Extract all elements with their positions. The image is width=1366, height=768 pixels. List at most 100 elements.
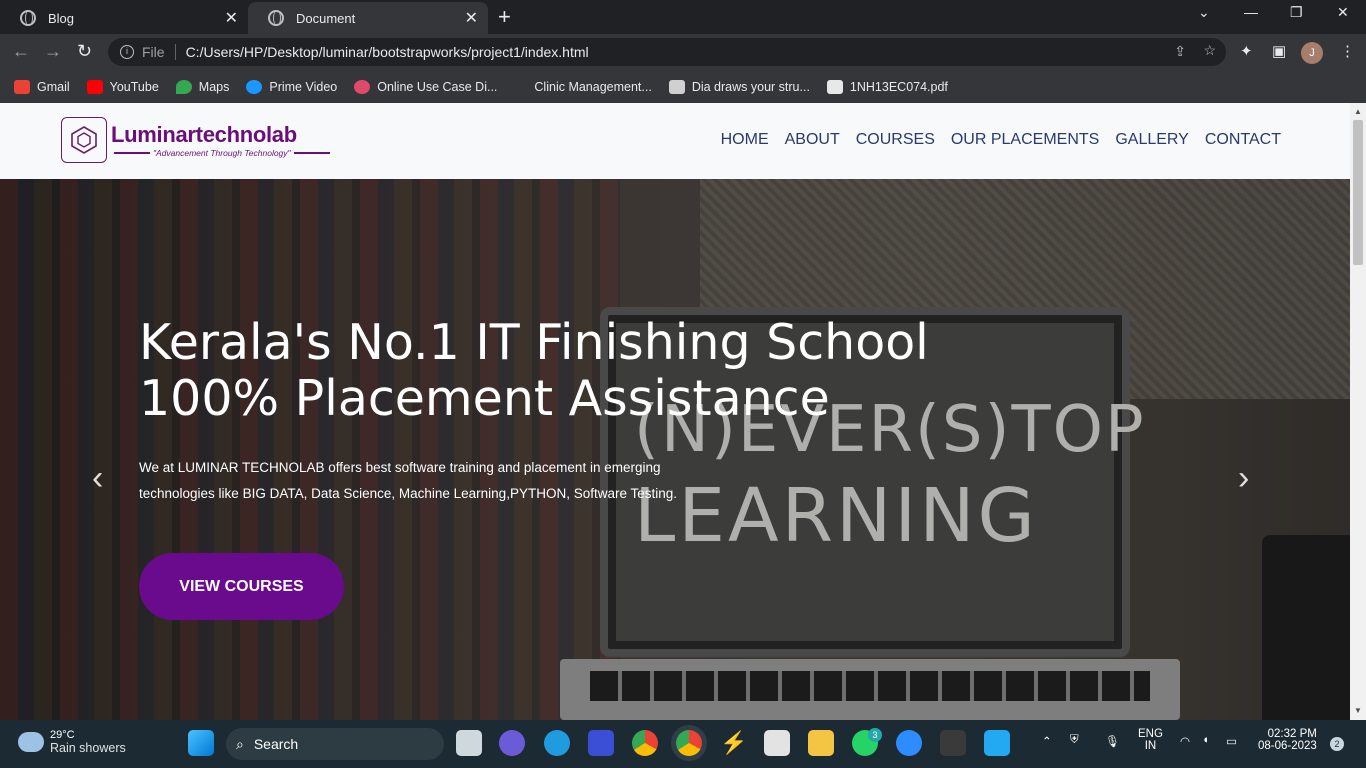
carousel-next-icon[interactable]: › [1238,459,1249,498]
whatsapp-badge: 3 [868,728,882,742]
chrome-icon[interactable] [632,730,658,756]
bookmark-label: Clinic Management... [534,79,652,94]
terminal-icon[interactable] [940,730,966,756]
globe-icon [20,10,36,26]
bookmark-usecase[interactable]: Online Use Case Di... [354,79,498,94]
divider [174,44,176,60]
restore-button[interactable]: ❐ [1290,4,1303,21]
close-window-button[interactable]: ✕ [1337,4,1349,21]
task-view-icon[interactable] [456,730,482,756]
vscode-insiders-icon[interactable]: ⚡ [720,730,747,756]
clock-date: 08-06-2023 [1258,740,1317,752]
nav-courses[interactable]: COURSES [856,131,935,149]
clock-time: 02:32 PM [1267,728,1317,740]
store-icon[interactable] [764,730,790,756]
side-panel-icon[interactable]: ▣ [1272,42,1286,60]
bookmark-dia[interactable]: Dia draws your stru... [668,79,810,94]
menu-icon[interactable]: ⋮ [1340,42,1355,60]
site-logo[interactable]: Luminartechnolab "Advancement Through Te… [61,117,333,163]
antivirus-icon[interactable]: ⛨ [1070,734,1079,747]
bookmark-clinic[interactable]: Clinic Management... [534,80,651,94]
youtube-icon [86,79,103,94]
vscode-icon[interactable] [984,730,1010,756]
address-bar[interactable]: i File C:/Users/HP/Desktop/luminar/boots… [108,38,1226,66]
forward-icon[interactable]: → [44,41,62,62]
hero-description: We at LUMINAR TECHNOLAB offers best soft… [139,455,699,507]
view-courses-button[interactable]: VIEW COURSES [139,553,344,620]
share-icon[interactable]: ⇪ [1174,43,1186,60]
bookmark-label: Online Use Case Di... [377,79,498,94]
copilot-app-icon[interactable] [588,730,614,756]
close-tab-icon[interactable]: ✕ [465,8,478,28]
bookmark-label: Dia draws your stru... [691,79,810,94]
url-text[interactable]: C:/Users/HP/Desktop/luminar/bootstrapwor… [186,44,589,60]
page-scrollbar[interactable]: ▲ ▼ [1350,103,1366,720]
volume-icon[interactable]: ◖ [1202,734,1209,746]
weather-desc: Rain showers [50,741,126,755]
chevron-up-icon[interactable]: ⌃ [1042,734,1052,748]
nav-home[interactable]: HOME [721,131,769,149]
hero-description-line2: technologies like BIG DATA, Data Science… [139,486,678,501]
scroll-up-icon[interactable]: ▲ [1354,107,1362,116]
pdf-icon [826,79,843,94]
wifi-icon[interactable]: ◠ [1180,734,1190,748]
bookmark-label: 1NH13EC074.pdf [849,79,948,94]
info-icon[interactable]: i [120,45,134,59]
hero-heading-line2: 100% Placement Assistance [139,370,830,427]
scroll-thumb[interactable] [1353,120,1363,265]
weather-temp: 29°C [50,729,75,741]
nav-gallery[interactable]: GALLERY [1115,131,1189,149]
bookmark-youtube[interactable]: YouTube [86,79,159,94]
nav-contact[interactable]: CONTACT [1205,131,1281,149]
extensions-icon[interactable]: ✦ [1240,42,1253,60]
nav-placements[interactable]: OUR PLACEMENTS [951,131,1099,149]
reload-icon[interactable]: ↻ [77,41,92,62]
maps-icon [175,79,192,94]
logo-tagline-row: "Advancement Through Technology" [111,148,333,158]
globe-icon [268,10,284,26]
back-icon[interactable]: ← [12,41,30,62]
microphone-icon[interactable]: 🎙 [1105,734,1120,748]
bookmark-prime-video[interactable]: Prime Video [246,79,337,94]
tab-title: Blog [48,10,75,26]
edge-icon[interactable] [544,730,570,756]
weather-widget[interactable]: 29°C Rain showers [18,729,126,755]
bookmark-maps[interactable]: Maps [175,79,230,94]
prime-video-icon [246,79,263,94]
taskbar-search[interactable]: ⌕ Search [226,728,444,760]
profile-avatar[interactable]: J [1301,42,1323,64]
new-tab-button[interactable]: + [498,4,511,30]
clock[interactable]: 02:32 PM 08-06-2023 [1258,728,1317,752]
bookmark-pdf[interactable]: 1NH13EC074.pdf [826,79,948,94]
search-label: Search [253,736,299,752]
nav-about[interactable]: ABOUT [785,131,840,149]
logo-name: Luminartechnolab [111,122,297,147]
logo-tagline: "Advancement Through Technology" [153,148,291,158]
notification-badge[interactable]: 2 [1330,737,1344,751]
bookmark-star-icon[interactable]: ☆ [1203,42,1216,59]
zoom-icon[interactable] [896,730,922,756]
bookmark-gmail[interactable]: Gmail [14,79,70,94]
tab-blog[interactable]: Blog ✕ [0,2,248,34]
rain-cloud-icon [18,732,44,752]
close-tab-icon[interactable]: ✕ [225,8,238,28]
language-indicator[interactable]: ENG IN [1138,728,1163,752]
tab-search-icon[interactable]: ⌄ [1198,4,1210,21]
battery-icon[interactable]: ▭ [1226,734,1237,748]
web-page: Luminartechnolab "Advancement Through Te… [0,103,1350,720]
bookmark-label: Maps [198,79,230,94]
main-menu: HOME ABOUT COURSES OUR PLACEMENTS GALLER… [705,131,1281,149]
start-windows-icon[interactable] [188,730,214,756]
carousel-prev-icon[interactable]: ‹ [92,459,103,498]
bookmark-label: Gmail [37,79,70,94]
tab-document[interactable]: Document ✕ [248,2,488,34]
dia-icon [668,79,685,94]
minimize-button[interactable]: — [1244,4,1258,20]
browser-window: Blog ✕ Document ✕ + ⌄ — ❐ ✕ ← → ↻ i File… [0,0,1366,103]
file-explorer-icon[interactable] [808,730,834,756]
gmail-icon [14,79,30,94]
chrome-profile-icon[interactable] [676,730,702,756]
teams-chat-icon[interactable] [499,730,525,756]
scroll-down-icon[interactable]: ▼ [1354,706,1362,715]
windows-taskbar: 29°C Rain showers ⌕ Search ⚡ 3 ⌃ ⛨ 🎙 ENG… [0,720,1366,768]
